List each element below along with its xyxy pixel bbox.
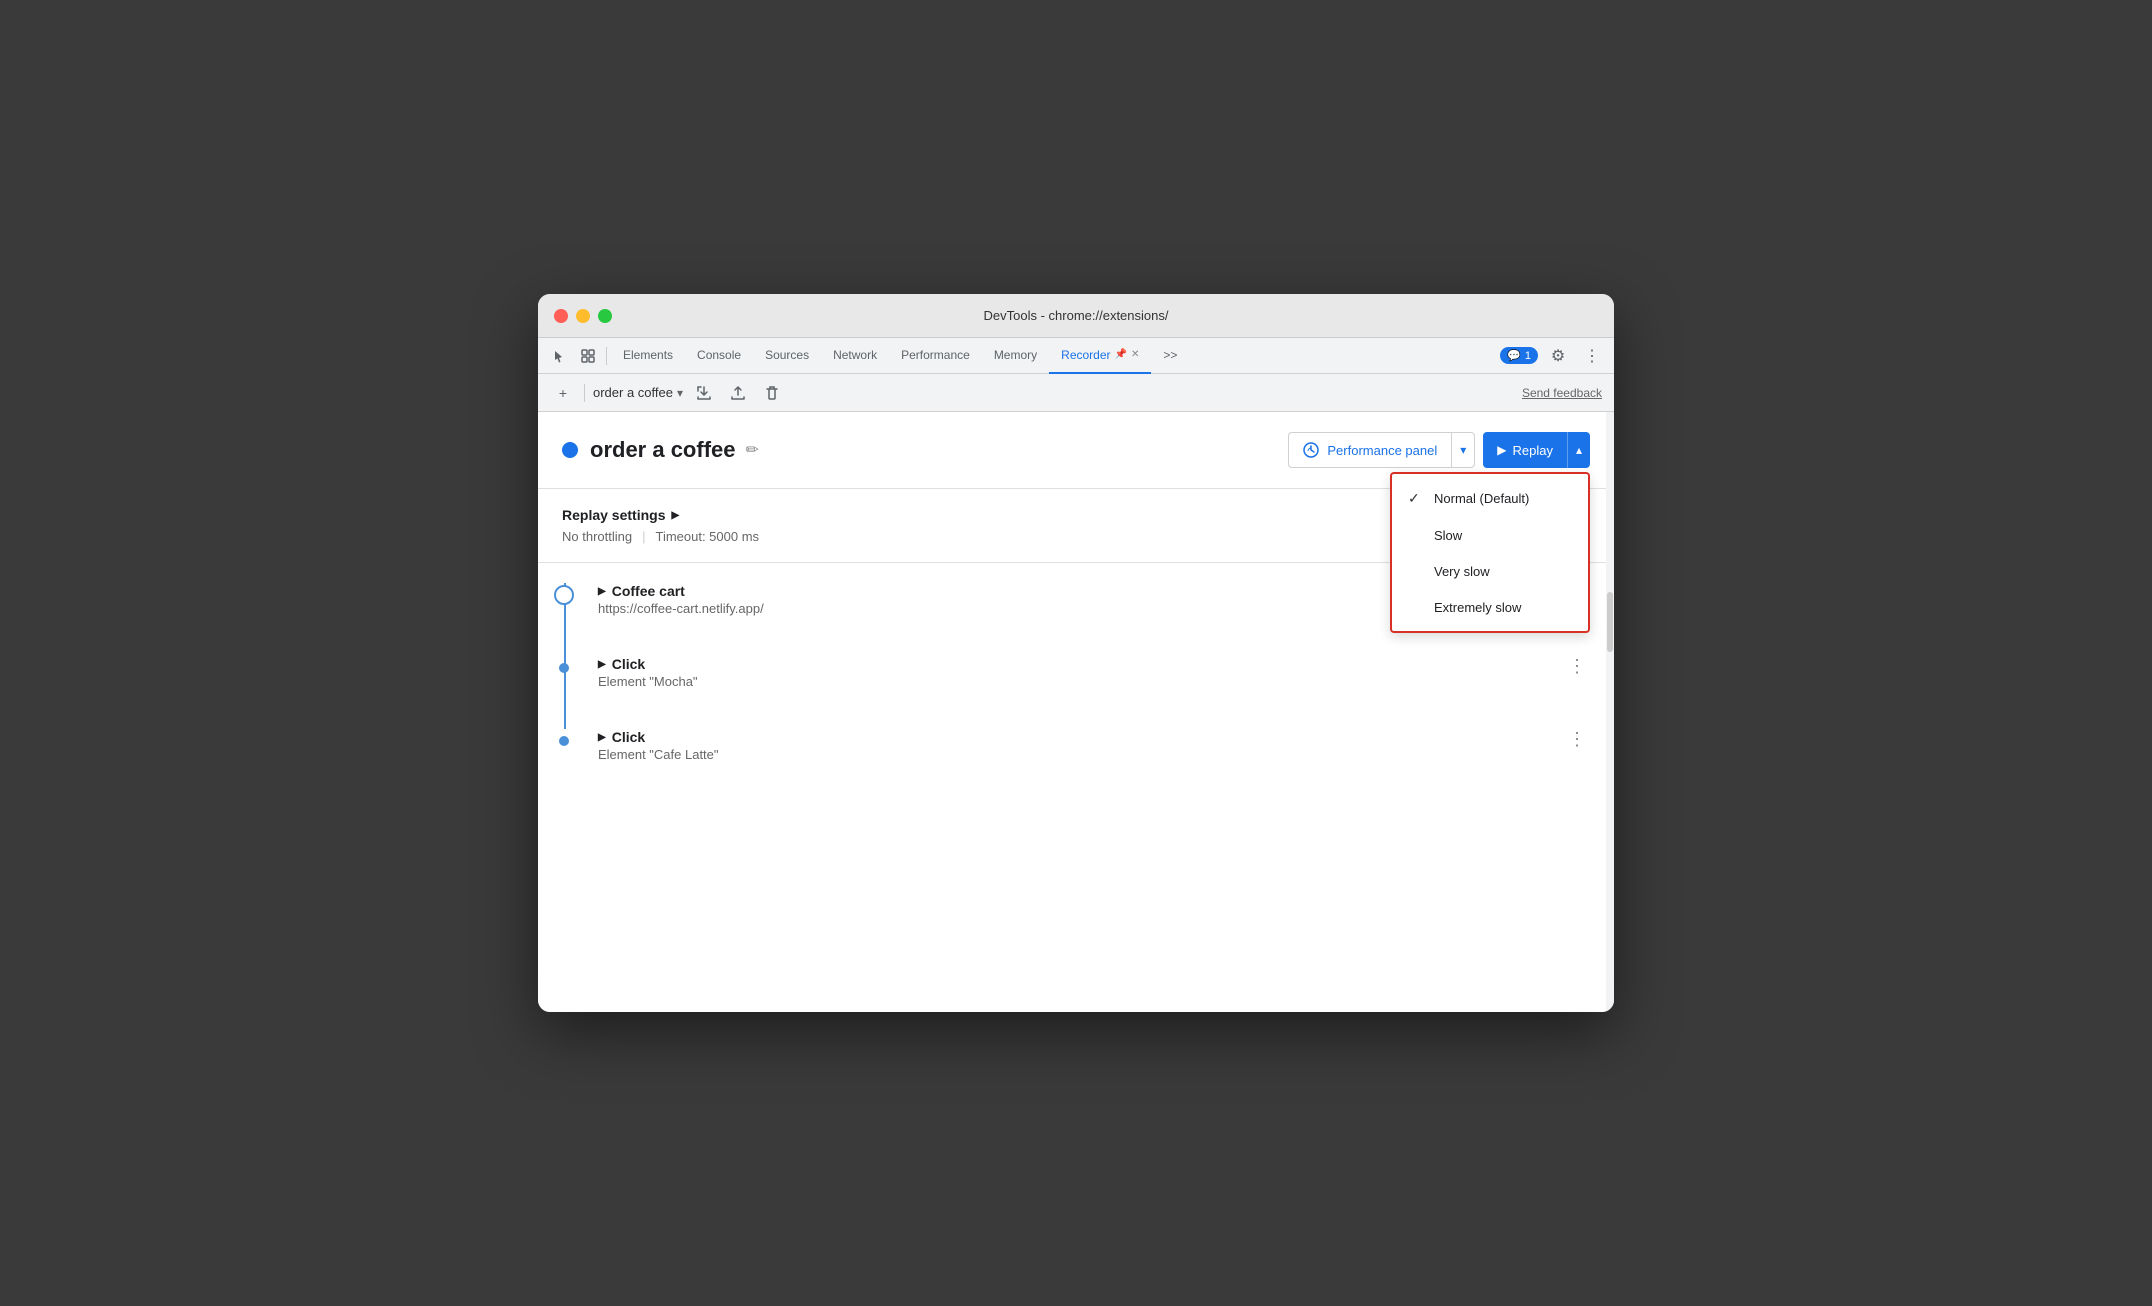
speed-very-slow-option[interactable]: Very slow (1392, 553, 1588, 589)
step-subtitle-click-cafe-latte: Element "Cafe Latte" (598, 747, 1564, 762)
import-icon[interactable] (725, 380, 751, 406)
empty-check-icon (1408, 527, 1424, 543)
expand-icon-click-mocha[interactable]: ▶ (598, 659, 606, 670)
close-button[interactable] (554, 309, 568, 323)
speed-slow-label: Slow (1434, 528, 1462, 543)
recording-header: order a coffee ✏ Performance panel ▾ (538, 412, 1614, 489)
inspect-icon[interactable] (574, 342, 602, 370)
speed-very-slow-label: Very slow (1434, 564, 1490, 579)
step-title-click-cafe-latte: ▶ Click (598, 729, 1564, 745)
tab-console[interactable]: Console (685, 338, 753, 374)
chat-icon: 💬 (1507, 349, 1521, 362)
play-icon: ▶ (1497, 443, 1506, 457)
settings-divider: | (642, 529, 645, 544)
tabs-right-actions: 💬 1 ⚙ ⋮ (1500, 342, 1606, 370)
maximize-button[interactable] (598, 309, 612, 323)
expand-icon-click-cafe-latte[interactable]: ▶ (598, 732, 606, 743)
recording-name-label: order a coffee (593, 385, 673, 400)
triangle-right-icon: ▶ (671, 510, 679, 521)
devtools-tab-bar: Elements Console Sources Network Perform… (538, 338, 1614, 374)
secondary-toolbar: + order a coffee ▾ Send feedback (538, 374, 1614, 412)
step-subtitle-click-mocha: Element "Mocha" (598, 674, 1564, 689)
step-more-click-mocha[interactable]: ⋮ (1564, 656, 1590, 677)
empty-check-icon-3 (1408, 599, 1424, 615)
tab-network[interactable]: Network (821, 338, 889, 374)
tab-memory[interactable]: Memory (982, 338, 1049, 374)
performance-panel-dropdown-button[interactable]: ▾ (1451, 432, 1475, 468)
add-recording-button[interactable]: + (550, 380, 576, 406)
title-bar: DevTools - chrome://extensions/ (538, 294, 1614, 338)
tab-sources[interactable]: Sources (753, 338, 821, 374)
devtools-window: DevTools - chrome://extensions/ Elements… (538, 294, 1614, 1012)
step-title-click-mocha: ▶ Click (598, 656, 1564, 672)
replay-dropdown-button[interactable]: ▴ (1567, 432, 1590, 468)
speed-dropdown: ✓ Normal (Default) Slow Very slow Extrem… (1390, 472, 1590, 633)
more-options-icon[interactable]: ⋮ (1578, 342, 1606, 370)
step-content-click-mocha: ▶ Click Element "Mocha" (598, 656, 1564, 689)
step-more-click-cafe-latte[interactable]: ⋮ (1564, 729, 1590, 750)
step-click-cafe-latte: ▶ Click Element "Cafe Latte" ⋮ (598, 729, 1590, 762)
close-tab-icon[interactable]: ✕ (1131, 349, 1139, 360)
tab-elements[interactable]: Elements (611, 338, 685, 374)
recording-title: order a coffee (590, 437, 736, 463)
settings-icon[interactable]: ⚙ (1544, 342, 1572, 370)
performance-panel-button[interactable]: Performance panel (1288, 432, 1451, 468)
step-click-mocha: ▶ Click Element "Mocha" ⋮ (598, 656, 1590, 689)
chat-badge[interactable]: 💬 1 (1500, 347, 1538, 364)
tab-divider-1 (606, 347, 607, 365)
chevron-up-replay-icon: ▴ (1576, 443, 1582, 457)
performance-panel-label: Performance panel (1327, 443, 1437, 458)
step-dot-small-2 (559, 663, 569, 673)
throttling-label: No throttling (562, 529, 632, 544)
tab-more[interactable]: >> (1151, 338, 1189, 374)
edit-icon[interactable]: ✏ (746, 440, 759, 460)
toolbar-divider-1 (584, 384, 585, 402)
checkmark-icon: ✓ (1408, 490, 1424, 507)
window-title: DevTools - chrome://extensions/ (984, 308, 1169, 323)
speed-extremely-slow-label: Extremely slow (1434, 600, 1521, 615)
step-dot-small-3 (559, 736, 569, 746)
tab-performance[interactable]: Performance (889, 338, 982, 374)
step-dot-large-1 (554, 585, 574, 605)
replay-button[interactable]: ▶ Replay (1483, 432, 1567, 468)
cursor-icon[interactable] (546, 342, 574, 370)
traffic-lights (554, 309, 612, 323)
delete-icon[interactable] (759, 380, 785, 406)
step-content-click-cafe-latte: ▶ Click Element "Cafe Latte" (598, 729, 1564, 762)
main-content: order a coffee ✏ Performance panel ▾ (538, 412, 1614, 1012)
chevron-down-perf-icon: ▾ (1460, 443, 1466, 457)
scrollbar-thumb[interactable] (1607, 592, 1613, 652)
expand-icon-coffee-cart[interactable]: ▶ (598, 586, 606, 597)
pin-icon: 📌 (1115, 349, 1127, 360)
chat-count: 1 (1525, 350, 1531, 362)
header-right: Performance panel ▾ ▶ Replay ▴ ✓ (1288, 432, 1590, 468)
replay-label: Replay (1513, 443, 1553, 458)
send-feedback-link[interactable]: Send feedback (1522, 386, 1602, 400)
scrollbar[interactable] (1606, 412, 1614, 1012)
speed-normal-option[interactable]: ✓ Normal (Default) (1392, 480, 1588, 517)
empty-check-icon-2 (1408, 563, 1424, 579)
recording-dot (562, 442, 578, 458)
speed-slow-option[interactable]: Slow (1392, 517, 1588, 553)
minimize-button[interactable] (576, 309, 590, 323)
recording-selector[interactable]: order a coffee ▾ (593, 385, 683, 400)
tab-recorder[interactable]: Recorder 📌 ✕ (1049, 338, 1151, 374)
export-icon[interactable] (691, 380, 717, 406)
speed-extremely-slow-option[interactable]: Extremely slow (1392, 589, 1588, 625)
speed-normal-label: Normal (Default) (1434, 491, 1529, 506)
timeout-label: Timeout: 5000 ms (655, 529, 759, 544)
chevron-down-icon[interactable]: ▾ (677, 386, 683, 400)
